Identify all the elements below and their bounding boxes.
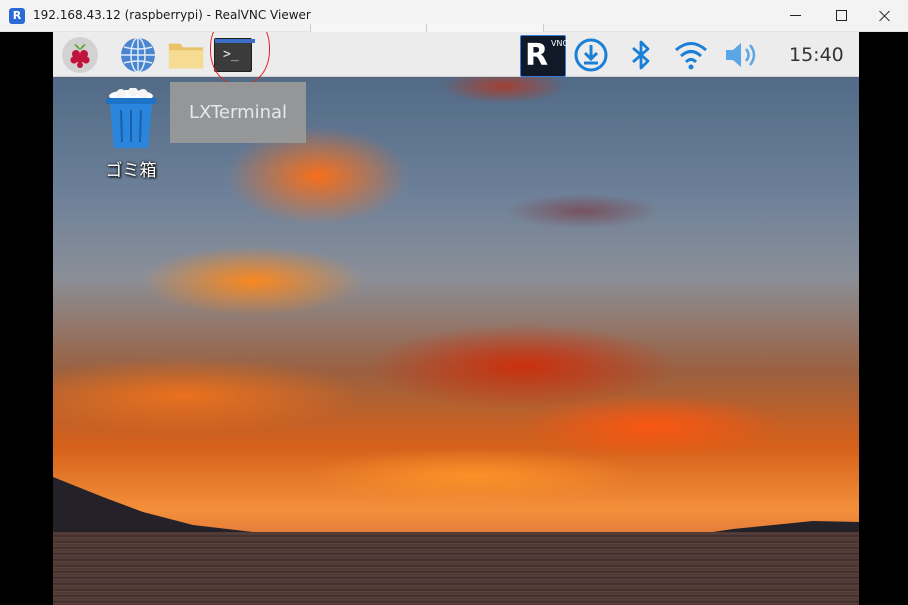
desktop-icon-trash[interactable]: ゴミ箱 <box>91 88 171 188</box>
vnc-logo-letter: R <box>525 38 549 73</box>
maximize-icon <box>835 10 847 21</box>
maximize-button[interactable] <box>818 0 864 31</box>
taskbar: >_ R VNC 15:40 <box>53 32 859 86</box>
remote-desktop[interactable]: >_ R VNC 15:40 LXTerminal ゴミ箱 <box>53 32 859 605</box>
trash-label: ゴミ箱 <box>105 161 157 181</box>
download-updates-button[interactable] <box>572 36 610 74</box>
taskbar-clock[interactable]: 15:40 <box>789 44 844 66</box>
close-button[interactable] <box>862 0 908 31</box>
trash-icon <box>106 88 156 148</box>
raspberry-icon <box>62 37 98 73</box>
realvnc-viewer-icon: R <box>9 8 25 24</box>
wifi-button[interactable] <box>672 36 710 74</box>
lxterminal-tooltip: LXTerminal <box>170 82 306 143</box>
globe-icon <box>121 37 155 73</box>
bluetooth-icon <box>632 40 650 70</box>
volume-icon <box>726 43 756 67</box>
window-title: 192.168.43.12 (raspberrypi) - RealVNC Vi… <box>33 8 311 22</box>
minimize-icon <box>789 15 801 16</box>
web-browser-button[interactable] <box>119 36 157 74</box>
wifi-icon <box>675 42 707 70</box>
raspberry-pi-menu-button[interactable] <box>61 36 99 74</box>
folder-icon <box>168 43 204 69</box>
download-updates-icon <box>574 38 608 72</box>
vnc-logo-text: VNC <box>551 39 569 48</box>
window-titlebar[interactable]: R 192.168.43.12 (raspberrypi) - RealVNC … <box>0 0 908 33</box>
close-icon <box>879 10 891 22</box>
volume-button[interactable] <box>723 36 761 74</box>
sea-reflection <box>53 532 859 605</box>
file-manager-button[interactable] <box>167 36 205 74</box>
vnc-server-icon[interactable]: R VNC <box>520 35 569 77</box>
bluetooth-button[interactable] <box>622 36 660 74</box>
minimize-button[interactable] <box>772 0 818 31</box>
